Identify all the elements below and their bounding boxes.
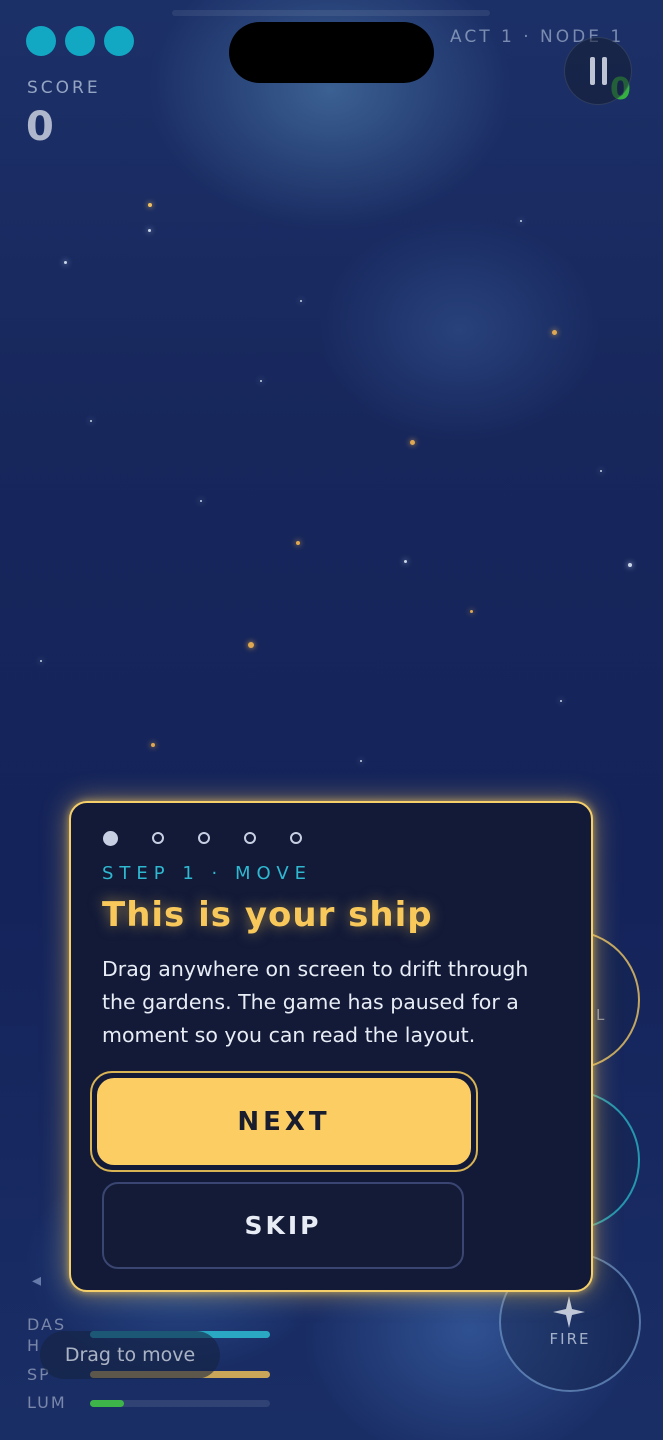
dialog-body: Drag anywhere on screen to drift through… <box>102 957 529 1047</box>
star <box>552 330 557 335</box>
star <box>360 760 362 762</box>
ship-icon: ◂ <box>32 1270 42 1291</box>
ability-button-label: L <box>596 1006 605 1024</box>
star <box>151 743 155 747</box>
star <box>470 610 473 613</box>
step-indicator <box>103 831 302 846</box>
step-dot <box>198 832 210 844</box>
step-dot <box>103 831 118 846</box>
next-button-label: NEXT <box>97 1078 471 1165</box>
star <box>260 380 262 382</box>
step-label: STEP 1 · MOVE <box>102 863 313 884</box>
top-progress-track <box>172 10 490 16</box>
step-dot <box>290 832 302 844</box>
stat-label-lum: LUM <box>27 1393 67 1412</box>
star <box>296 541 300 545</box>
next-button[interactable]: NEXT <box>90 1071 478 1172</box>
star <box>300 300 302 302</box>
star <box>90 420 92 422</box>
fire-label: FIRE <box>549 1330 591 1348</box>
device-notch <box>229 22 434 83</box>
drag-hint: Drag to move <box>40 1331 220 1379</box>
star <box>64 261 67 264</box>
star <box>560 700 562 702</box>
star <box>600 470 602 472</box>
star <box>628 563 632 567</box>
dialog-title: This is your ship <box>102 895 433 935</box>
step-dot <box>244 832 256 844</box>
star <box>40 660 42 662</box>
life-orb <box>104 26 134 56</box>
star <box>148 203 152 207</box>
score-label: SCORE <box>27 78 101 98</box>
pause-button[interactable] <box>564 37 632 105</box>
sparkle-icon <box>553 1296 585 1328</box>
lives-indicator <box>26 26 134 56</box>
step-dot <box>152 832 164 844</box>
star <box>520 220 522 222</box>
life-orb <box>65 26 95 56</box>
pause-icon <box>601 57 607 85</box>
star <box>410 440 415 445</box>
star <box>148 229 151 232</box>
score-value: 0 <box>26 104 54 150</box>
pause-icon <box>589 57 595 85</box>
star <box>404 560 407 563</box>
star <box>248 642 254 648</box>
stat-bar-fill <box>90 1400 125 1407</box>
star <box>200 500 202 502</box>
life-orb <box>26 26 56 56</box>
skip-button[interactable]: SKIP <box>102 1182 464 1269</box>
stat-label-health: H <box>27 1336 42 1355</box>
stat-bar-lum <box>90 1400 270 1407</box>
tutorial-dialog: STEP 1 · MOVE This is your ship Drag any… <box>69 801 593 1292</box>
